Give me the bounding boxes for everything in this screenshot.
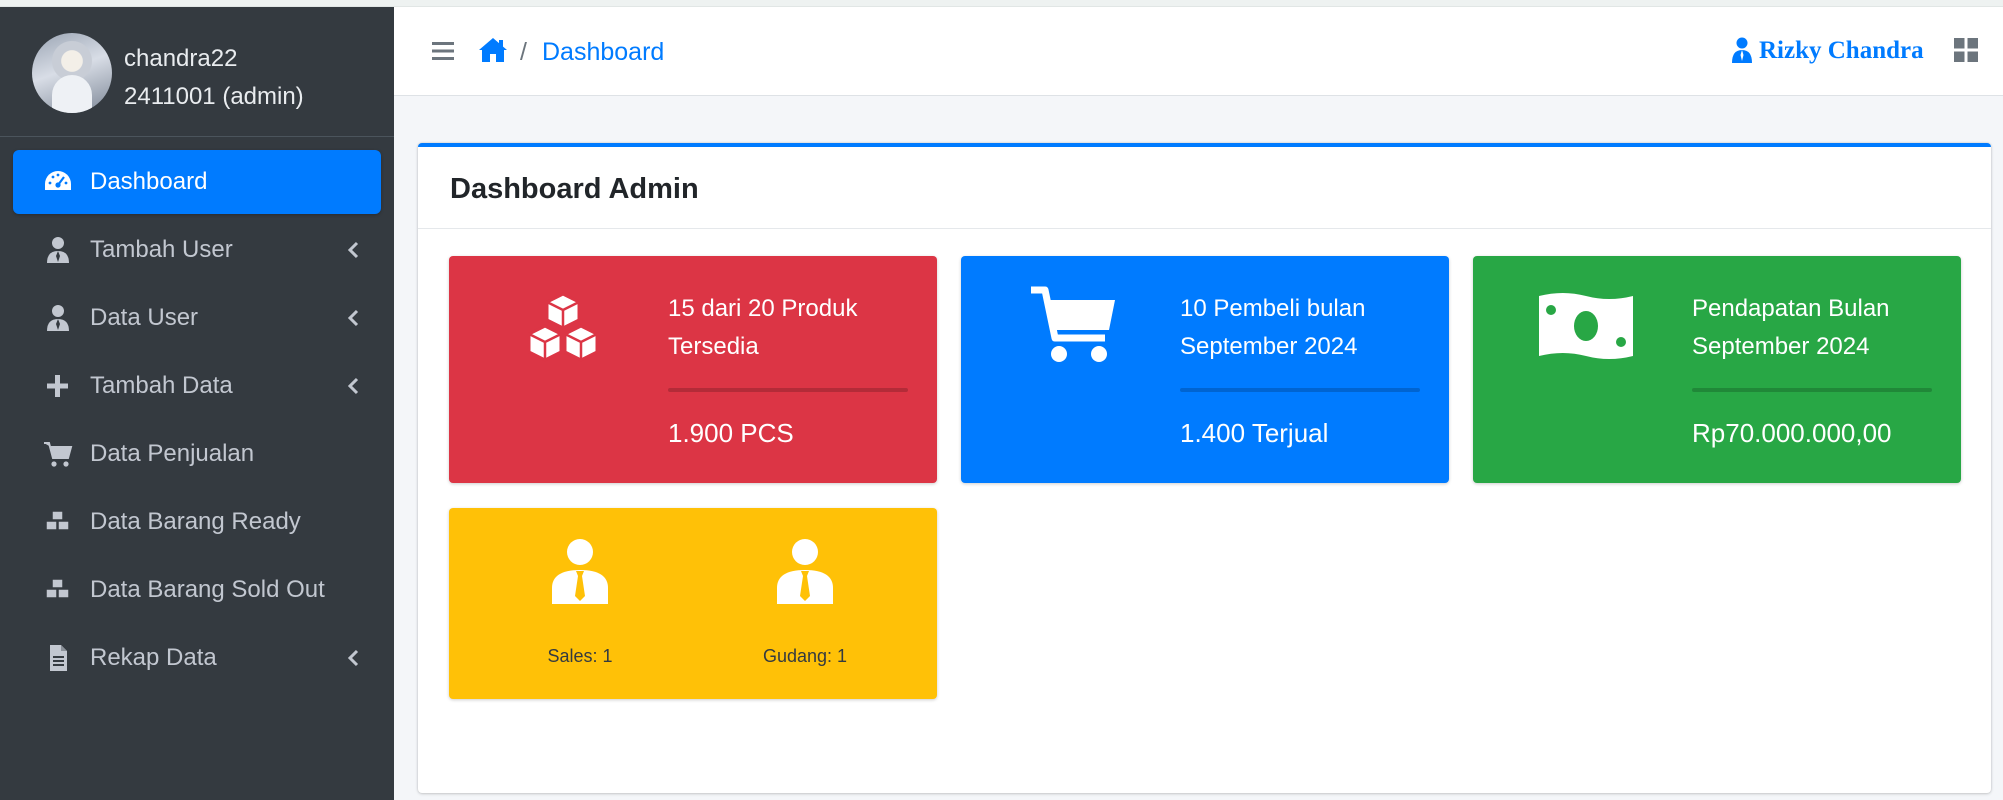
stat-box-title: Pendapatan Bulan September 2024 [1692,295,1890,360]
user-icon [47,305,69,331]
stat-box-title: 15 dari 20 Produk Tersedia [668,295,858,360]
staff-sales: Sales: 1 [500,538,660,678]
stat-box-produk: 15 dari 20 Produk Tersedia 1.900 PCS [449,256,937,483]
chevron-left-icon [347,309,359,327]
sidebar-item-label: Rekap Data [90,644,217,671]
card-title: Dashboard Admin [450,173,699,205]
staff-gudang: Gudang: 1 [725,538,885,678]
money-bill-icon [1539,293,1633,359]
sidebar-item-label: Dashboard [90,168,208,195]
card-header: Dashboard Admin [418,147,1991,229]
cart-icon [1031,286,1115,362]
divider [1180,388,1420,392]
cart-icon [44,442,73,467]
breadcrumb-current[interactable]: Dashboard [542,38,664,67]
sidebar-item-dashboard[interactable]: Dashboard [13,150,381,214]
sidebar-item-tambah-data[interactable]: Tambah Data [13,354,381,418]
avatar[interactable] [32,33,112,113]
cubes-icon [45,578,70,599]
user-tie-icon [777,539,833,604]
staff-sales-count: Sales: 1 [547,646,613,666]
sidebar-nav: Dashboard Tambah User Data User Tambah D… [13,150,381,694]
sidebar-item-tambah-user[interactable]: Tambah User [13,218,381,282]
divider [1692,388,1932,392]
home-icon[interactable] [478,37,508,63]
sidebar-item-label: Tambah Data [90,372,233,399]
grid-icon[interactable] [1954,38,1978,62]
sidebar-item-rekap-data[interactable]: Rekap Data [13,626,381,690]
user-tie-icon [552,539,608,604]
stat-box-pembeli: 10 Pembeli bulan September 2024 1.400 Te… [961,256,1449,483]
user-icon [1732,37,1752,63]
top-navbar: / Dashboard Rizky Chandra [394,7,2003,96]
hamburger-menu-icon[interactable] [432,41,454,61]
sidebar-item-label: Data Penjualan [90,440,255,467]
chevron-left-icon [347,241,359,259]
divider [668,388,908,392]
cubes-icon [527,292,599,362]
dashboard-card: Dashboard Admin 15 dari 20 Produk Tersed… [418,143,1991,793]
sidebar-item-data-barang-ready[interactable]: Data Barang Ready [13,490,381,554]
sidebar-item-label: Data Barang Sold Out [90,576,325,603]
breadcrumb-separator: / [520,38,527,66]
sidebar: chandra22 2411001 (admin) Dashboard Tamb… [0,7,394,800]
window-top-edge [0,0,2003,7]
plus-icon [47,375,68,397]
sidebar-item-data-penjualan[interactable]: Data Penjualan [13,422,381,486]
user-id-role: 2411001 (admin) [124,83,304,110]
user-icon [47,237,69,263]
user-panel: chandra22 2411001 (admin) [0,7,394,137]
sidebar-item-label: Data User [90,304,199,331]
sidebar-item-data-barang-sold-out[interactable]: Data Barang Sold Out [13,558,381,622]
sidebar-item-label: Data Barang Ready [90,508,301,535]
staff-gudang-count: Gudang: 1 [762,646,848,666]
tachometer-icon [45,171,71,190]
header-user-name[interactable]: Rizky Chandra [1759,37,1924,65]
user-name[interactable]: chandra22 [124,45,237,73]
chevron-left-icon [347,377,359,395]
stat-box-title: 10 Pembeli bulan September 2024 [1180,295,1366,360]
stat-box-value: Rp70.000.000,00 [1692,418,1892,448]
staff-box: Sales: 1 Gudang: 1 [449,508,937,699]
sidebar-item-label: Tambah User [90,236,233,263]
sidebar-item-data-user[interactable]: Data User [13,286,381,350]
stat-box-value: 1.900 PCS [668,418,794,448]
stat-box-value: 1.400 Terjual [1180,418,1329,448]
cubes-icon [45,510,70,531]
chevron-left-icon [347,649,359,667]
stat-box-pendapatan: Pendapatan Bulan September 2024 Rp70.000… [1473,256,1961,483]
file-icon [50,645,67,671]
